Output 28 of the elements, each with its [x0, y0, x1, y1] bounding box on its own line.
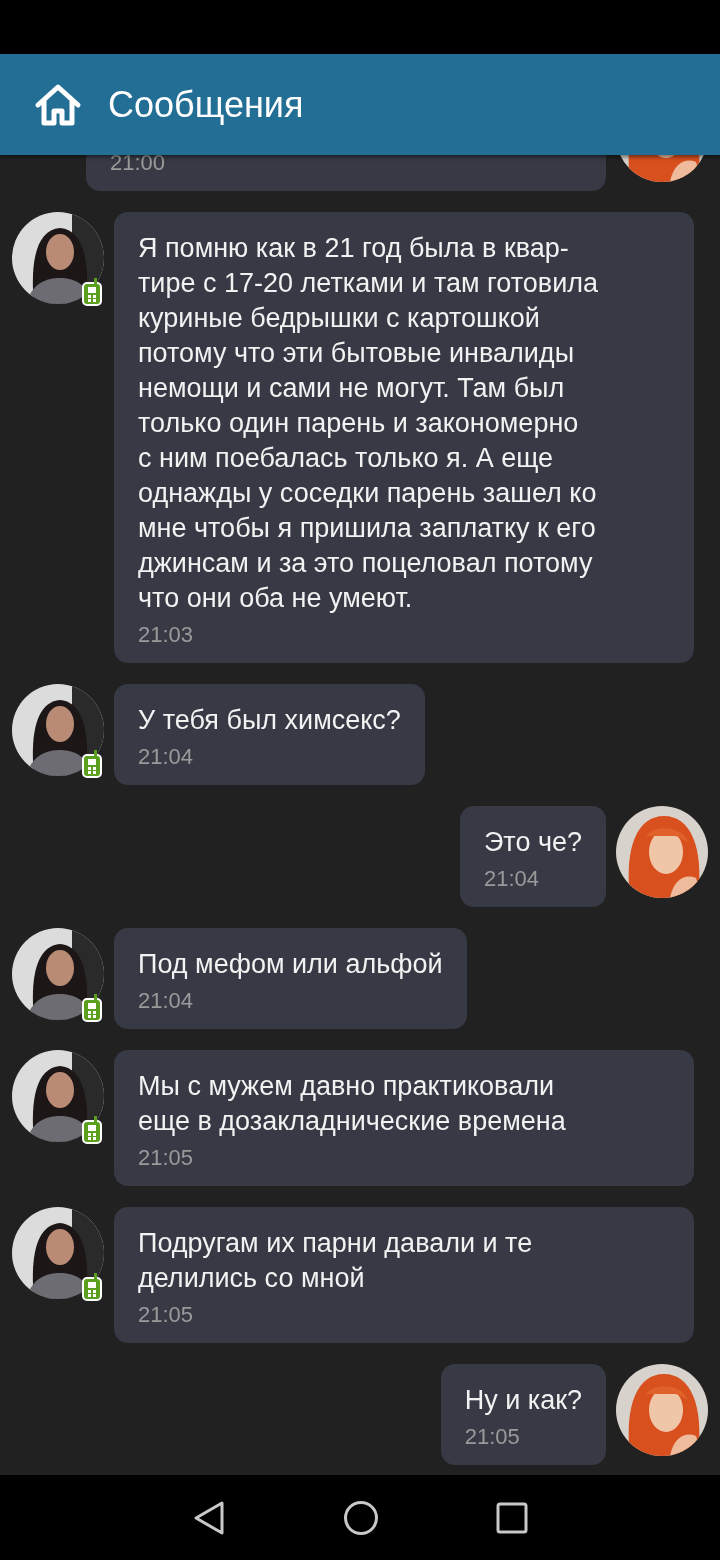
message-time: 21:05: [138, 1146, 194, 1170]
message-time: 21:00: [110, 155, 166, 175]
message-bubble[interactable]: У тебя был химсекс? 21:04: [114, 684, 425, 785]
message-bubble[interactable]: Подругам их парни давали и те делились со мной 21:05: [114, 1207, 694, 1343]
message-text: Я помню как в 21 год была в квар- тире с 17-20 летками и там готовила куриные бедрышки с картошкой потому что эти бытовые инвалиды немощи и сами не могут. Там был только один парень и закономерно с ним поебалась только я. А еще однажды у соседки парень зашел ко мне чтобы я пришила заплатку к его джинсам и за это поцеловал потому что они оба не умеют.: [138, 232, 599, 615]
message-time: 21:05: [464, 1425, 520, 1449]
message-text: Это че?: [483, 826, 582, 859]
home-button-icon[interactable]: [343, 1499, 379, 1536]
message-text: Подругам их парни давали и те делились со мной: [138, 1227, 533, 1295]
message-text: У тебя был химсекс?: [138, 704, 401, 737]
message-time: 21:05: [138, 1303, 194, 1327]
screen-title: Сообщения: [108, 83, 304, 126]
message-bubble[interactable]: Под мефом или альфой 21:04: [114, 928, 467, 1029]
message-text: Под мефом или альфой: [138, 948, 443, 981]
message-time: 21:04: [138, 989, 194, 1013]
message-bubble[interactable]: Мы с мужем давно практиковали еще в дозакладнические времена 21:05: [114, 1050, 694, 1186]
home-icon[interactable]: [34, 82, 82, 127]
message-bubble[interactable]: Это че? 21:04: [459, 806, 606, 907]
message-time: 21:04: [138, 745, 194, 769]
message-text: Ну и как?: [464, 1384, 582, 1417]
message-bubble[interactable]: Ну и как? 21:05: [440, 1364, 606, 1465]
message-text: Мы с мужем давно практиковали еще в дозакладнические времена: [138, 1070, 566, 1138]
message-time: 21:03: [138, 623, 194, 647]
recent-apps-icon[interactable]: [496, 1501, 528, 1534]
message-bubble[interactable]: [114, 212, 694, 663]
message-bubble[interactable]: 21:00: [86, 155, 606, 191]
back-icon[interactable]: [192, 1499, 226, 1536]
message-time: 21:04: [483, 867, 539, 891]
